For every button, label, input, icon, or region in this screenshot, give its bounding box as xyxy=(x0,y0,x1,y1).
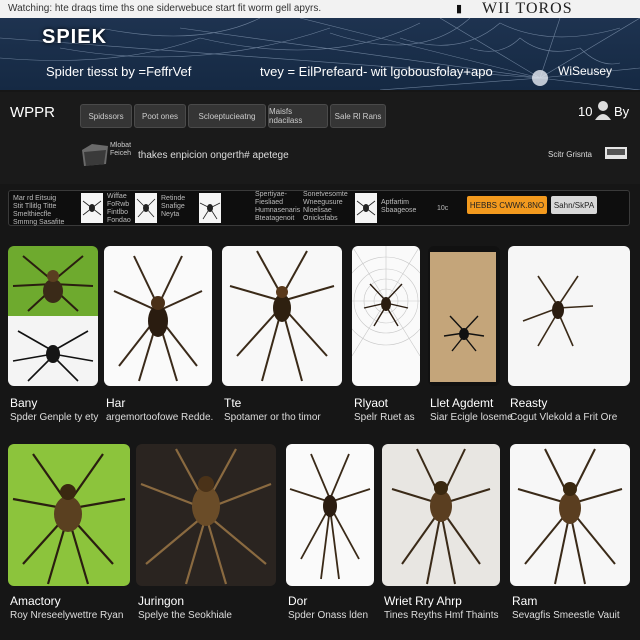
tab-3[interactable]: Scloeptucieatng xyxy=(188,104,266,128)
spider-desc-1: Spder Genple ty ety xyxy=(10,412,99,423)
camera-icon[interactable]: ▮ xyxy=(456,2,462,15)
info-note: thakes enpicion ongerth# apetege xyxy=(138,150,289,161)
spider-name-9: Dor xyxy=(288,594,308,608)
display-icon[interactable] xyxy=(604,146,628,160)
tab-2[interactable]: Poot ones xyxy=(134,104,186,128)
user-icon[interactable] xyxy=(594,100,612,120)
spider-desc-8: Spelye the Seokhiale xyxy=(138,610,232,621)
strip-thumb-2[interactable] xyxy=(135,193,157,223)
spider-image-9[interactable] xyxy=(286,444,374,586)
spider-name-6: Reasty xyxy=(510,396,548,410)
spider-image-3[interactable] xyxy=(222,246,342,386)
strip-left-text: Mar rd Eitsuig Stit Tllitlg Titte Smelth… xyxy=(13,195,65,226)
spider-desc-7: Roy Nreseelywettre Ryan xyxy=(10,610,124,621)
hero-tagline-left: Spider tiesst by =FeffrVef xyxy=(46,64,192,79)
spider-desc-9: Spder Onass lden xyxy=(288,610,369,621)
tab-4[interactable]: Maisfs ndacilass xyxy=(268,104,328,128)
spider-desc-10: Tines Reyths Hmf Thaints xyxy=(384,610,499,621)
strip-thumb-3[interactable] xyxy=(199,193,221,223)
notification-count: 10 xyxy=(578,104,593,119)
spider-image-7[interactable] xyxy=(8,444,130,586)
tab-5[interactable]: Sale Rl Rans xyxy=(330,104,386,128)
spider-image-1[interactable] xyxy=(8,246,98,386)
user-label[interactable]: By xyxy=(614,104,629,119)
spider-image-5[interactable] xyxy=(428,246,500,386)
spider-desc-2: argemortoofowe Redde. xyxy=(106,412,214,423)
info-small-note: Mlobat Feiceh xyxy=(110,142,132,157)
spider-name-3: Tte xyxy=(224,396,242,410)
spider-image-8[interactable] xyxy=(136,444,276,586)
spider-name-7: Amactory xyxy=(10,594,61,608)
spider-image-2[interactable] xyxy=(104,246,212,386)
spider-image-10[interactable] xyxy=(382,444,500,586)
main-nav: WPPR Spidssors Poot ones Scloeptucieatng… xyxy=(0,92,640,138)
spider-desc-5: Siar Ecigle loseme xyxy=(430,412,513,423)
spider-name-10: Wriet Rry Ahrp xyxy=(384,594,462,608)
strip-text-2: Retinde Snafige Neyta xyxy=(161,195,186,218)
spider-name-2: Har xyxy=(106,396,126,410)
spider-desc-4: Spelr Ruet as xyxy=(354,412,415,423)
folder-icon[interactable] xyxy=(80,142,110,168)
tab-1[interactable]: Spidssors xyxy=(80,104,132,128)
hero-tagline-right[interactable]: WiSeusey xyxy=(558,64,612,78)
strip-text-4: Sonetvesomte Wneegusure Nloelisae Onicks… xyxy=(303,191,348,222)
spider-desc-3: Spotamer or tho timor xyxy=(224,412,321,423)
page-title: WPPR xyxy=(10,104,55,121)
top-message-bar: Watching: hte draqs time ths one siderwe… xyxy=(0,0,640,35)
strip-thumb-1[interactable] xyxy=(81,193,103,223)
spider-image-6[interactable] xyxy=(508,246,630,386)
spider-desc-6: Cogut Vlekold a Frit Ore xyxy=(510,412,618,423)
spider-name-11: Ram xyxy=(512,594,538,608)
spider-image-11[interactable] xyxy=(510,444,630,586)
filter-strip: Mar rd Eitsuig Stit Tllitlg Titte Smelth… xyxy=(8,190,630,226)
hero-tagline-mid: tvey = EilPrefeard- wit lgobousfolay+apo xyxy=(260,64,493,79)
strip-text-3: Spertiyae- Fiesliaed Humnasenaris Bteata… xyxy=(255,191,301,222)
spider-desc-11: Sevagfis Smeestle Vauit xyxy=(512,610,620,621)
site-logo[interactable]: SPIEK xyxy=(42,26,107,49)
hero-banner: SPIEK Spider tiesst by =FeffrVef tvey = … xyxy=(0,18,640,90)
info-right-label[interactable]: Scitr Grisnta xyxy=(548,150,592,159)
strip-text-1: Wiffae FoRwb Fintlbo Fondao xyxy=(107,193,131,224)
top-message: Watching: hte draqs time ths one siderwe… xyxy=(8,3,322,14)
strip-page-count: 10c xyxy=(437,205,449,212)
spider-name-8: Juringon xyxy=(138,594,185,608)
spider-image-4[interactable] xyxy=(352,246,420,386)
secondary-action-button[interactable]: Sahn/SkPA xyxy=(551,196,597,214)
strip-text-5: Aptfartim Sbaageose xyxy=(381,199,417,214)
strip-thumb-4[interactable] xyxy=(355,193,377,223)
spider-name-1: Bany xyxy=(10,396,38,410)
spider-name-4: Rlyaot xyxy=(354,396,389,410)
spider-name-5: Llet Agdemt xyxy=(430,396,494,410)
info-bar: Mlobat Feiceh thakes enpicion ongerth# a… xyxy=(0,138,640,184)
primary-action-button[interactable]: HEBBS CWWK.8NO xyxy=(467,196,547,214)
